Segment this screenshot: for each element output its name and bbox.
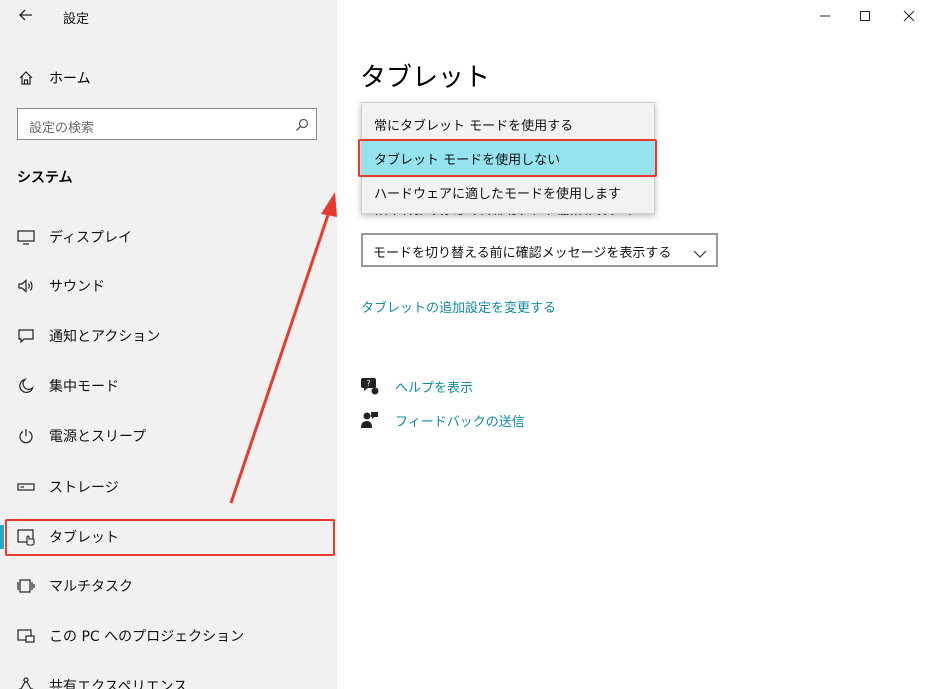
svg-text:?: ?: [366, 379, 370, 388]
projection-icon: [14, 624, 38, 648]
sidebar-item-focus[interactable]: 集中モード: [0, 368, 337, 404]
section-title: システム: [17, 170, 73, 186]
feedback-link[interactable]: フィードバックの送信: [360, 409, 525, 431]
sidebar-item-label: この PC へのプロジェクション: [49, 629, 245, 645]
help-icon: ?: [360, 376, 380, 396]
chevron-down-icon: [693, 244, 707, 263]
search-placeholder: 設定の検索: [29, 121, 95, 136]
device-mode-select[interactable]: モードを切り替える前に確認メッセージを表示する: [361, 233, 718, 267]
feedback-icon: [360, 410, 380, 430]
storage-icon: [14, 475, 38, 499]
settings-search-input[interactable]: 設定の検索: [17, 108, 317, 140]
multitask-icon: [14, 574, 38, 598]
maximize-icon[interactable]: [853, 4, 877, 28]
sidebar-item-storage[interactable]: ストレージ: [0, 469, 337, 505]
sidebar-item-label: マルチタスク: [49, 579, 133, 595]
sidebar-item-display[interactable]: ディスプレイ: [0, 219, 337, 255]
monitor-icon: [14, 225, 38, 249]
help-label: ヘルプを表示: [395, 380, 474, 396]
selection-indicator: [0, 525, 4, 549]
speaker-icon: [14, 274, 38, 298]
moon-icon: [14, 374, 38, 398]
power-icon: [14, 424, 38, 448]
share-icon: [14, 674, 38, 689]
page-title: タブレット: [360, 63, 491, 93]
annotation-highlight-option: [358, 139, 657, 177]
back-arrow-icon[interactable]: [14, 6, 38, 26]
dropdown-option-always-tablet[interactable]: 常にタブレット モードを使用する: [362, 107, 654, 141]
home-icon: [14, 70, 38, 86]
sidebar: 設定 ホーム 設定の検索 システム ディスプレイ サウンド 通知とアクション 集…: [0, 0, 337, 689]
sidebar-item-label: ディスプレイ: [49, 230, 133, 246]
dropdown-option-label: ハードウェアに適したモードを使用します: [374, 186, 622, 202]
sidebar-item-label: ストレージ: [49, 480, 119, 496]
sidebar-item-label: 集中モード: [49, 379, 119, 395]
minimize-icon[interactable]: [813, 4, 837, 28]
annotation-highlight-tablet: [5, 519, 335, 556]
sidebar-item-label: 電源とスリープ: [49, 429, 147, 445]
sidebar-item-multitask[interactable]: マルチタスク: [0, 568, 337, 604]
sidebar-item-sound[interactable]: サウンド: [0, 268, 337, 304]
sidebar-item-shared-experiences[interactable]: 共有エクスペリエンス: [0, 668, 337, 689]
dropdown-option-hardware-appropriate[interactable]: ハードウェアに適したモードを使用します: [362, 175, 654, 209]
search-icon[interactable]: [295, 117, 309, 136]
sidebar-item-projection[interactable]: この PC へのプロジェクション: [0, 618, 337, 654]
home-link[interactable]: ホーム: [14, 66, 91, 90]
close-icon[interactable]: [897, 4, 921, 28]
sidebar-item-label: サウンド: [49, 279, 105, 295]
dropdown-option-label: 常にタブレット モードを使用する: [374, 118, 574, 134]
home-label: ホーム: [49, 71, 91, 87]
sidebar-item-power[interactable]: 電源とスリープ: [0, 418, 337, 454]
device-mode-select-value: モードを切り替える前に確認メッセージを表示する: [373, 246, 672, 261]
sidebar-item-notifications[interactable]: 通知とアクション: [0, 318, 337, 354]
window-title: 設定: [63, 12, 90, 27]
notification-icon: [14, 324, 38, 348]
sidebar-item-label: 通知とアクション: [49, 329, 161, 345]
additional-tablet-settings-link[interactable]: タブレットの追加設定を変更する: [361, 297, 556, 316]
help-link[interactable]: ? ヘルプを表示: [360, 375, 473, 397]
feedback-label: フィードバックの送信: [395, 414, 525, 430]
sidebar-item-label: 共有エクスペリエンス: [49, 679, 188, 689]
